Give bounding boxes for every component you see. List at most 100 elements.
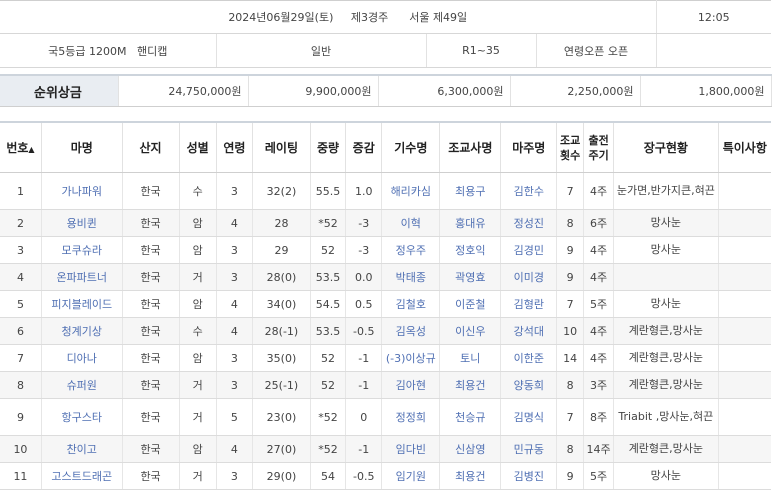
horse-name-cell[interactable]: 디아나: [41, 344, 123, 372]
sex-cell: 거: [179, 398, 217, 436]
origin-cell: 한국: [122, 236, 180, 264]
jockey-name-cell[interactable]: 박태종: [381, 263, 441, 291]
sort-asc-icon: ▲: [28, 145, 35, 154]
jockey-name-cell[interactable]: 이혁: [381, 209, 441, 237]
header-weight[interactable]: 중량: [310, 121, 347, 173]
trainer-name-cell[interactable]: 최용건: [439, 462, 502, 490]
trainer-name-cell[interactable]: 정호익: [439, 236, 502, 264]
jockey-name-cell[interactable]: 김철호: [381, 290, 441, 318]
owner-name-cell[interactable]: 정성진: [500, 209, 558, 237]
horse-name-cell[interactable]: 모쿠슈라: [41, 236, 123, 264]
sex-cell: 거: [179, 263, 217, 291]
interval-cell: 4주: [583, 344, 615, 372]
jockey-name-cell[interactable]: 김옥성: [381, 317, 441, 345]
sex-cell: 암: [179, 435, 217, 463]
owner-name-cell[interactable]: 김명식: [500, 398, 558, 436]
weight-cell: 53.5: [310, 317, 347, 345]
weight-change-cell: -3: [345, 209, 383, 237]
equipment-cell: 계란형큰,망사눈: [613, 371, 719, 399]
jockey-name-cell[interactable]: 임기원: [381, 462, 441, 490]
owner-name-cell[interactable]: 민규동: [500, 435, 558, 463]
interval-cell: 8주: [583, 398, 615, 436]
owner-name-cell[interactable]: 이한준: [500, 344, 558, 372]
equipment-cell: 계란형큰,망사눈: [613, 435, 719, 463]
trainer-name-cell[interactable]: 이준철: [439, 290, 502, 318]
weight-cell: *52: [310, 435, 347, 463]
trainer-name-cell[interactable]: 천승규: [439, 398, 502, 436]
header-notes[interactable]: 특이사항: [718, 121, 771, 173]
equipment-cell: [613, 263, 719, 291]
prize-table: 순위상금 24,750,000원 9,900,000원 6,300,000원 2…: [0, 74, 772, 107]
owner-name-cell[interactable]: 김병진: [500, 462, 558, 490]
owner-name-cell[interactable]: 양동희: [500, 371, 558, 399]
interval-cell: 4주: [583, 263, 615, 291]
header-trainer[interactable]: 조교사명: [439, 121, 502, 173]
training-count-cell: 7: [556, 172, 585, 210]
horse-name-cell[interactable]: 가나파워: [41, 172, 123, 210]
horse-no-cell: 6: [0, 317, 42, 345]
horse-no-cell: 2: [0, 209, 42, 237]
header-training-count[interactable]: 조교 횟수: [556, 121, 585, 173]
trainer-name-cell[interactable]: 곽영효: [439, 263, 502, 291]
header-age[interactable]: 연령: [216, 121, 253, 173]
equipment-cell: 계란형큰,망사눈: [613, 317, 719, 345]
trainer-name-cell[interactable]: 이신우: [439, 317, 502, 345]
trainer-name-cell[interactable]: 신삼영: [439, 435, 502, 463]
notes-cell: [718, 398, 771, 436]
race-handicap: 핸디캡: [136, 44, 168, 58]
horse-name-cell[interactable]: 용비퀸: [41, 209, 123, 237]
owner-name-cell[interactable]: 강석대: [500, 317, 558, 345]
equipment-cell: 망사눈: [613, 462, 719, 490]
jockey-name-cell[interactable]: (-3)이상규: [381, 344, 441, 372]
prize-4th: 2,250,000원: [510, 74, 641, 107]
header-no[interactable]: 번호▲: [0, 121, 42, 173]
owner-name-cell[interactable]: 김형란: [500, 290, 558, 318]
rating-cell: 28(-1): [252, 317, 311, 345]
header-no-label: 번호: [6, 141, 29, 155]
notes-cell: [718, 290, 771, 318]
header-weight-change[interactable]: 증감: [345, 121, 383, 173]
origin-cell: 한국: [122, 462, 180, 490]
horse-no-cell: 7: [0, 344, 42, 372]
horse-name-cell[interactable]: 슈퍼원: [41, 371, 123, 399]
trainer-name-cell[interactable]: 토니: [439, 344, 502, 372]
header-owner[interactable]: 마주명: [500, 121, 558, 173]
owner-name-cell[interactable]: 김한수: [500, 172, 558, 210]
jockey-name-cell[interactable]: 김아현: [381, 371, 441, 399]
header-horse[interactable]: 마명: [41, 121, 123, 173]
jockey-name-cell[interactable]: 임다빈: [381, 435, 441, 463]
trainer-name-cell[interactable]: 홍대유: [439, 209, 502, 237]
header-rating[interactable]: 레이팅: [252, 121, 311, 173]
race-distance: 1200M: [88, 44, 127, 58]
origin-cell: 한국: [122, 317, 180, 345]
header-equipment[interactable]: 장구현황: [613, 121, 719, 173]
header-interval[interactable]: 출전 주기: [583, 121, 615, 173]
age-cell: 4: [216, 317, 253, 345]
jockey-name-cell[interactable]: 해리카심: [381, 172, 441, 210]
header-jockey[interactable]: 기수명: [381, 121, 441, 173]
prize-1st: 24,750,000원: [118, 74, 249, 107]
jockey-name-cell[interactable]: 정정희: [381, 398, 441, 436]
trainer-name-cell[interactable]: 최용구: [439, 172, 502, 210]
horse-name-cell[interactable]: 청계기상: [41, 317, 123, 345]
header-sex[interactable]: 성별: [179, 121, 217, 173]
interval-cell: 4주: [583, 236, 615, 264]
prize-3rd: 6,300,000원: [378, 74, 511, 107]
horse-name-cell[interactable]: 온파파트너: [41, 263, 123, 291]
owner-name-cell[interactable]: 김경민: [500, 236, 558, 264]
jockey-name-cell[interactable]: 정우주: [381, 236, 441, 264]
header-origin[interactable]: 산지: [122, 121, 180, 173]
interval-cell: 4주: [583, 172, 615, 210]
horse-name-cell[interactable]: 고스트드래곤: [41, 462, 123, 490]
entries-body: 1 가나파워 한국 수 3 32(2) 55.5 1.0 해리카심 최용구 김한수 7 4주 눈가면,반가…: [0, 172, 771, 490]
equipment-cell: Triabit ,망사눈,혀끈: [613, 398, 719, 436]
notes-cell: [718, 209, 771, 237]
trainer-name-cell[interactable]: 최용건: [439, 371, 502, 399]
horse-name-cell[interactable]: 찬이고: [41, 435, 123, 463]
rating-cell: 29(0): [252, 462, 311, 490]
age-cell: 3: [216, 236, 253, 264]
horse-name-cell[interactable]: 피지블레이드: [41, 290, 123, 318]
horse-no-cell: 11: [0, 462, 42, 490]
owner-name-cell[interactable]: 이미경: [500, 263, 558, 291]
horse-name-cell[interactable]: 항구스타: [41, 398, 123, 436]
